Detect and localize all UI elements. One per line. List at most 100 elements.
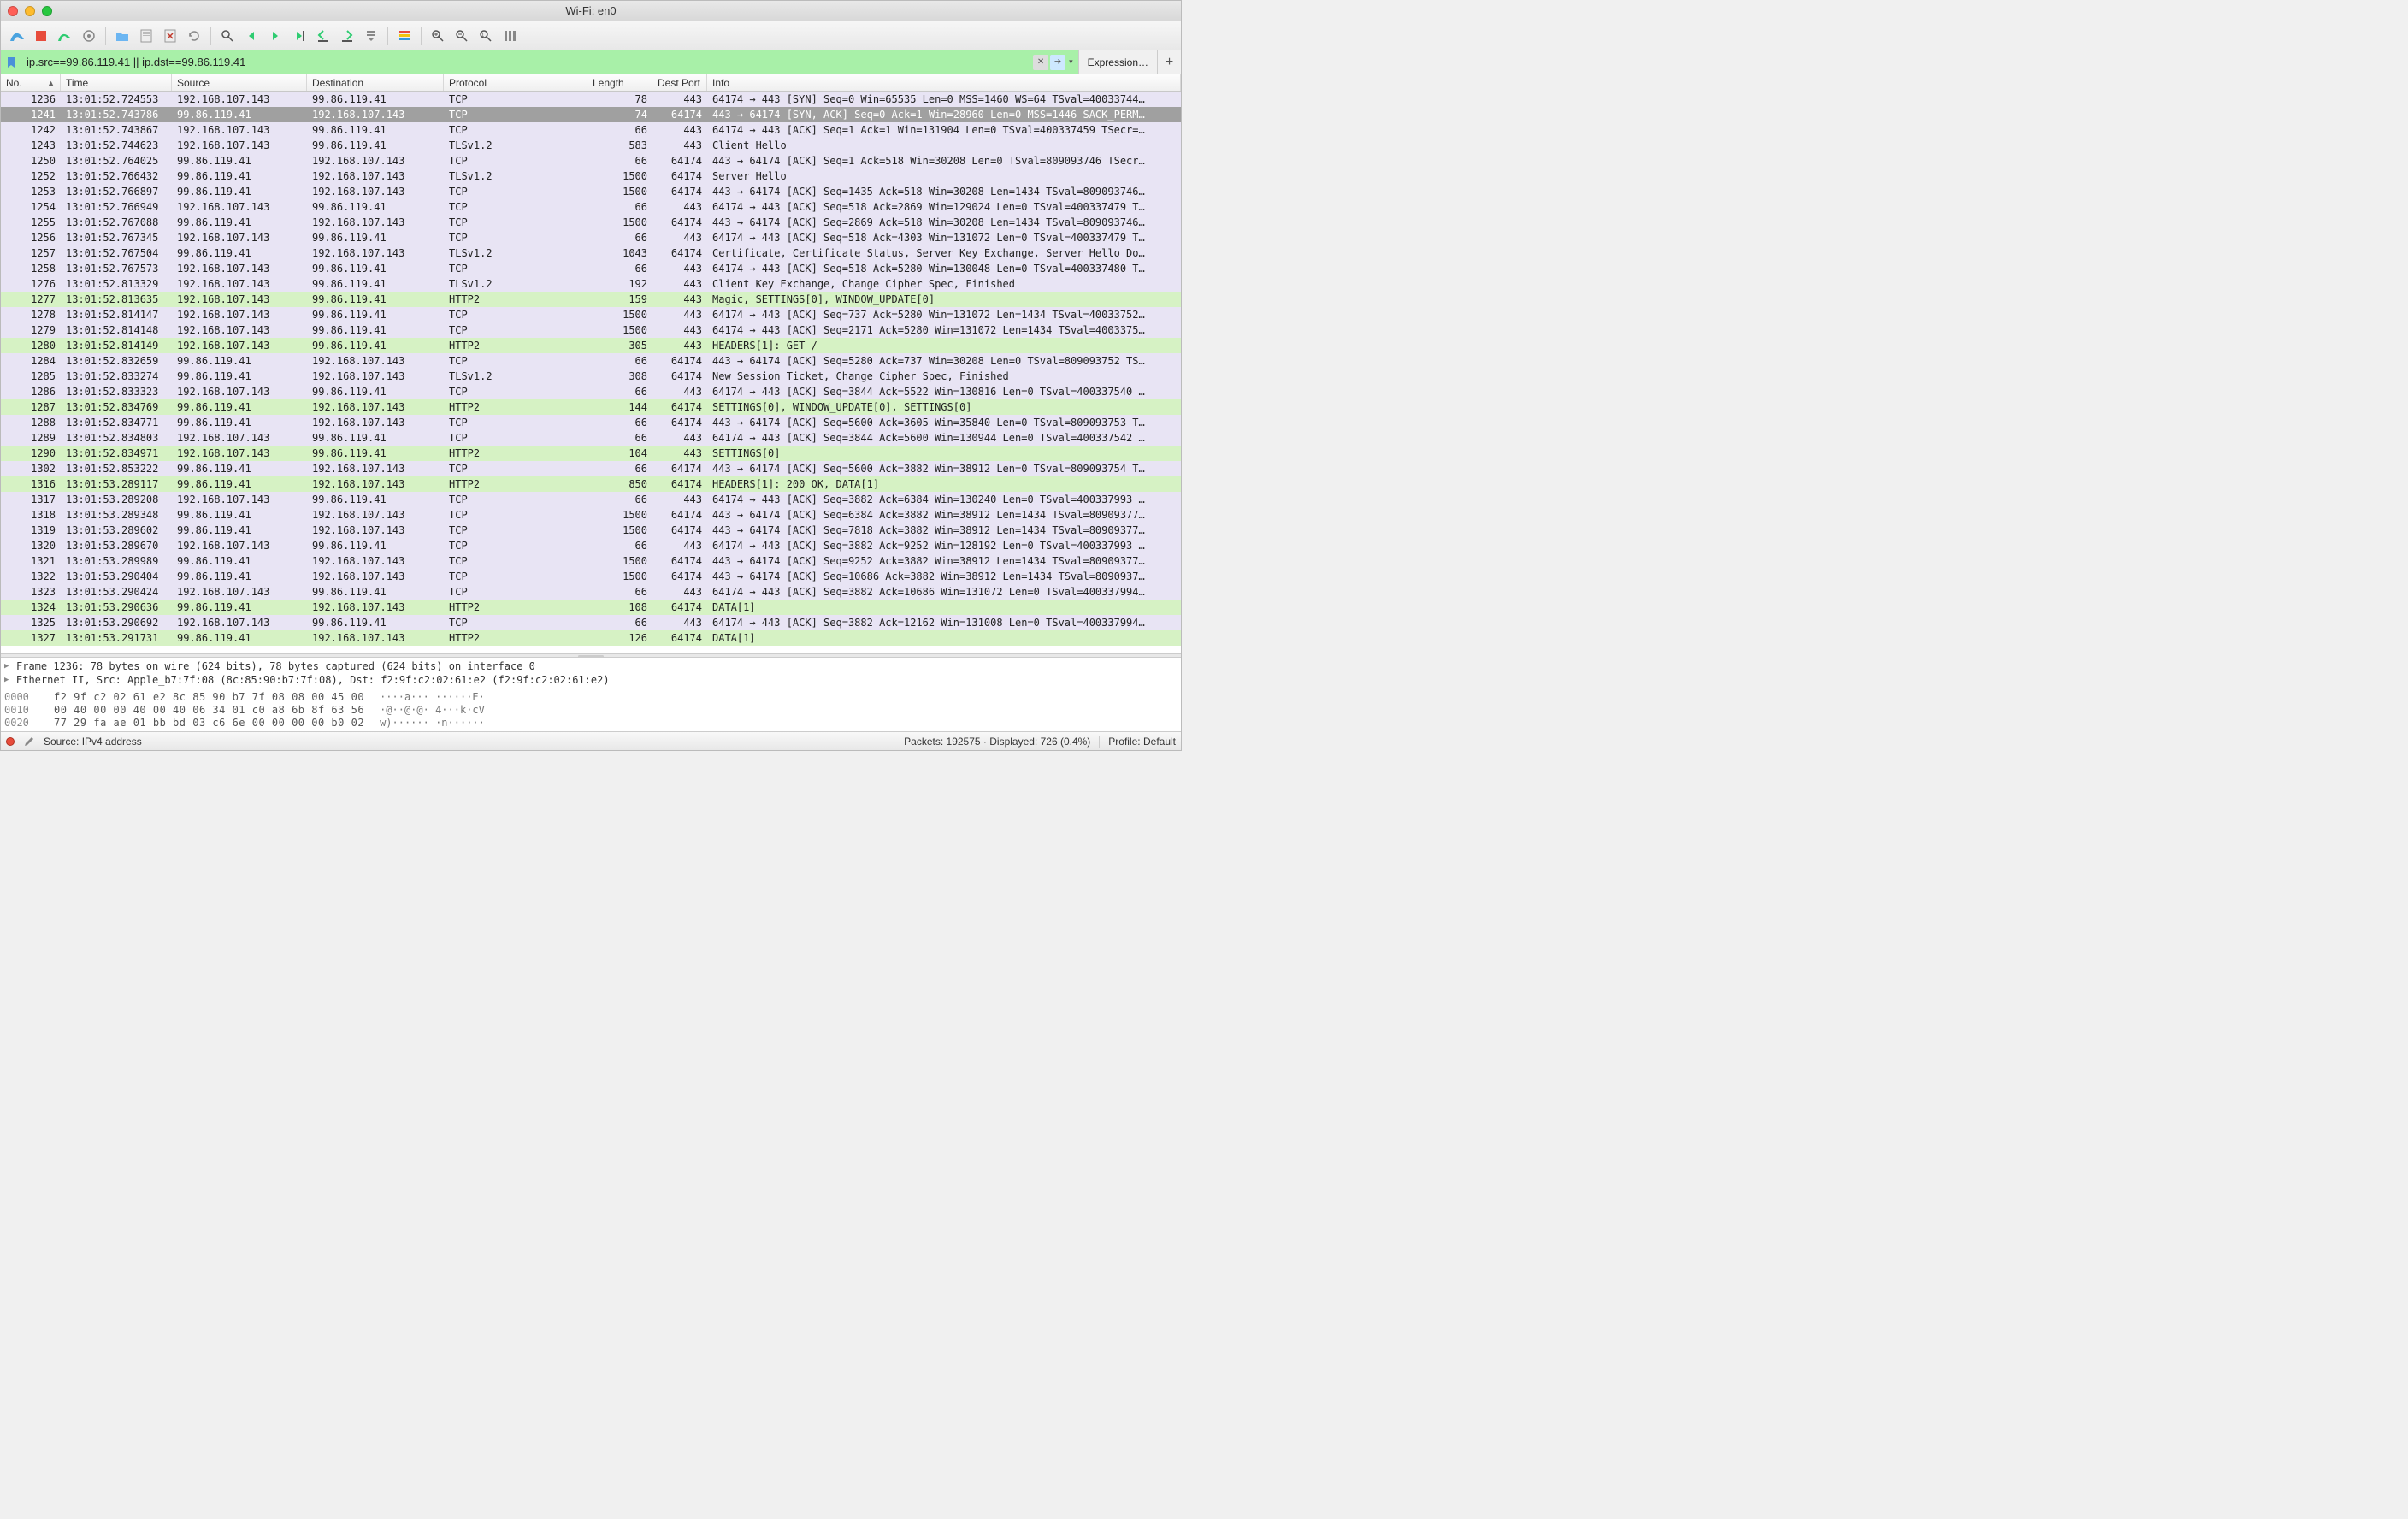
packet-row[interactable]: 131613:01:53.28911799.86.119.41192.168.1…	[1, 476, 1181, 492]
hex-row: 001000 40 00 00 40 00 40 06 34 01 c0 a8 …	[4, 704, 1177, 717]
packet-row[interactable]: 125813:01:52.767573192.168.107.14399.86.…	[1, 261, 1181, 276]
col-destination[interactable]: Destination	[307, 74, 444, 91]
resize-columns-button[interactable]	[499, 25, 521, 47]
toolbar-separator	[105, 27, 106, 45]
status-packets: Packets: 192575 · Displayed: 726 (0.4%)	[904, 736, 1090, 748]
packet-row[interactable]: 128813:01:52.83477199.86.119.41192.168.1…	[1, 415, 1181, 430]
packet-row[interactable]: 125513:01:52.76708899.86.119.41192.168.1…	[1, 215, 1181, 230]
tree-item: ▶Ethernet II, Src: Apple_b7:7f:08 (8c:85…	[4, 673, 1177, 687]
packet-row[interactable]: 127613:01:52.813329192.168.107.14399.86.…	[1, 276, 1181, 292]
display-filter-input[interactable]	[21, 50, 1033, 74]
packet-list-body[interactable]: 123613:01:52.724553192.168.107.14399.86.…	[1, 92, 1181, 653]
expression-button[interactable]: Expression…	[1078, 50, 1157, 74]
stop-capture-button[interactable]	[30, 25, 52, 47]
packet-row[interactable]: 132513:01:53.290692192.168.107.14399.86.…	[1, 615, 1181, 630]
packet-row[interactable]: 125613:01:52.767345192.168.107.14399.86.…	[1, 230, 1181, 245]
packet-row[interactable]: 131913:01:53.28960299.86.119.41192.168.1…	[1, 523, 1181, 538]
packet-row[interactable]: 125313:01:52.76689799.86.119.41192.168.1…	[1, 184, 1181, 199]
maximize-button[interactable]	[42, 6, 52, 16]
col-time[interactable]: Time	[61, 74, 172, 91]
find-button[interactable]	[216, 25, 239, 47]
packet-row[interactable]: 132213:01:53.29040499.86.119.41192.168.1…	[1, 569, 1181, 584]
expert-info-led-icon[interactable]	[6, 737, 15, 746]
status-profile[interactable]: Profile: Default	[1108, 736, 1176, 748]
packet-row[interactable]: 123613:01:52.724553192.168.107.14399.86.…	[1, 92, 1181, 107]
tree-item: ▶Frame 1236: 78 bytes on wire (624 bits)…	[4, 659, 1177, 673]
packet-row[interactable]: 125713:01:52.76750499.86.119.41192.168.1…	[1, 245, 1181, 261]
packet-row[interactable]: 125413:01:52.766949192.168.107.14399.86.…	[1, 199, 1181, 215]
col-dest-port[interactable]: Dest Port	[652, 74, 707, 91]
packet-row[interactable]: 127813:01:52.814147192.168.107.14399.86.…	[1, 307, 1181, 322]
reload-button[interactable]	[183, 25, 205, 47]
packet-row[interactable]: 128013:01:52.814149192.168.107.14399.86.…	[1, 338, 1181, 353]
packet-row[interactable]: 124313:01:52.744623192.168.107.14399.86.…	[1, 138, 1181, 153]
col-length[interactable]: Length	[587, 74, 652, 91]
colorize-button[interactable]	[393, 25, 416, 47]
restart-capture-button[interactable]	[54, 25, 76, 47]
save-file-button[interactable]	[135, 25, 157, 47]
toolbar-separator	[387, 27, 388, 45]
packet-row[interactable]: 130213:01:52.85322299.86.119.41192.168.1…	[1, 461, 1181, 476]
zoom-in-button[interactable]	[427, 25, 449, 47]
packet-list-pane: No.▲ Time Source Destination Protocol Le…	[1, 74, 1181, 653]
packet-row[interactable]: 124113:01:52.74378699.86.119.41192.168.1…	[1, 107, 1181, 122]
shark-fin-icon[interactable]	[6, 25, 28, 47]
packet-row[interactable]: 132113:01:53.28998999.86.119.41192.168.1…	[1, 553, 1181, 569]
add-filter-button[interactable]: +	[1157, 50, 1181, 74]
packet-row[interactable]: 132313:01:53.290424192.168.107.14399.86.…	[1, 584, 1181, 600]
jump-to-button[interactable]	[288, 25, 310, 47]
packet-details-pane[interactable]: ▶Frame 1236: 78 bytes on wire (624 bits)…	[1, 658, 1181, 689]
expand-icon[interactable]: ▶	[4, 676, 13, 684]
packet-row[interactable]: 128513:01:52.83327499.86.119.41192.168.1…	[1, 369, 1181, 384]
packet-row[interactable]: 128913:01:52.834803192.168.107.14399.86.…	[1, 430, 1181, 446]
hex-row: 0000f2 9f c2 02 61 e2 8c 85 90 b7 7f 08 …	[4, 691, 1177, 704]
packet-row[interactable]: 125013:01:52.76402599.86.119.41192.168.1…	[1, 153, 1181, 168]
col-no[interactable]: No.▲	[1, 74, 61, 91]
packet-row[interactable]: 131713:01:53.289208192.168.107.14399.86.…	[1, 492, 1181, 507]
clear-filter-button[interactable]: ✕	[1033, 55, 1048, 70]
packet-row[interactable]: 132013:01:53.289670192.168.107.14399.86.…	[1, 538, 1181, 553]
dropdown-icon[interactable]: ▾	[1067, 57, 1075, 67]
main-window: Wi-Fi: en0 1 ✕ ➔ ▾ Expres	[0, 0, 1182, 751]
packet-row[interactable]: 128613:01:52.833323192.168.107.14399.86.…	[1, 384, 1181, 399]
go-first-button[interactable]	[312, 25, 334, 47]
packet-row[interactable]: 128713:01:52.83476999.86.119.41192.168.1…	[1, 399, 1181, 415]
go-last-button[interactable]	[336, 25, 358, 47]
status-bar: Source: IPv4 address Packets: 192575 · D…	[1, 731, 1181, 750]
open-file-button[interactable]	[111, 25, 133, 47]
titlebar: Wi-Fi: en0	[1, 1, 1181, 21]
go-back-button[interactable]	[240, 25, 263, 47]
col-info[interactable]: Info	[707, 74, 1181, 91]
packet-row[interactable]: 125213:01:52.76643299.86.119.41192.168.1…	[1, 168, 1181, 184]
zoom-out-button[interactable]	[451, 25, 473, 47]
expand-icon[interactable]: ▶	[4, 662, 13, 671]
toolbar-separator	[210, 27, 211, 45]
packet-row[interactable]: 132413:01:53.29063699.86.119.41192.168.1…	[1, 600, 1181, 615]
col-source[interactable]: Source	[172, 74, 307, 91]
close-button[interactable]	[8, 6, 18, 16]
edit-icon[interactable]	[23, 736, 35, 748]
go-forward-button[interactable]	[264, 25, 286, 47]
minimize-button[interactable]	[25, 6, 35, 16]
window-title: Wi-Fi: en0	[565, 4, 616, 17]
packet-row[interactable]: 127913:01:52.814148192.168.107.14399.86.…	[1, 322, 1181, 338]
packet-list-header: No.▲ Time Source Destination Protocol Le…	[1, 74, 1181, 92]
packet-row[interactable]: 128413:01:52.83265999.86.119.41192.168.1…	[1, 353, 1181, 369]
packet-row[interactable]: 124213:01:52.743867192.168.107.14399.86.…	[1, 122, 1181, 138]
status-source: Source: IPv4 address	[44, 736, 142, 748]
packet-bytes-pane[interactable]: 0000f2 9f c2 02 61 e2 8c 85 90 b7 7f 08 …	[1, 689, 1181, 731]
packet-row[interactable]: 132713:01:53.29173199.86.119.41192.168.1…	[1, 630, 1181, 646]
bookmark-filter-icon[interactable]	[1, 50, 21, 74]
capture-options-button[interactable]	[78, 25, 100, 47]
pane-splitter-1[interactable]	[1, 653, 1181, 658]
packet-row[interactable]: 131813:01:53.28934899.86.119.41192.168.1…	[1, 507, 1181, 523]
auto-scroll-button[interactable]	[360, 25, 382, 47]
col-protocol[interactable]: Protocol	[444, 74, 587, 91]
zoom-reset-button[interactable]: 1	[475, 25, 497, 47]
packet-row[interactable]: 127713:01:52.813635192.168.107.14399.86.…	[1, 292, 1181, 307]
packet-row[interactable]: 129013:01:52.834971192.168.107.14399.86.…	[1, 446, 1181, 461]
close-file-button[interactable]	[159, 25, 181, 47]
sort-asc-icon: ▲	[47, 79, 55, 87]
apply-filter-button[interactable]: ➔	[1050, 55, 1065, 70]
hex-row: 002077 29 fa ae 01 bb bd 03 c6 6e 00 00 …	[4, 717, 1177, 730]
